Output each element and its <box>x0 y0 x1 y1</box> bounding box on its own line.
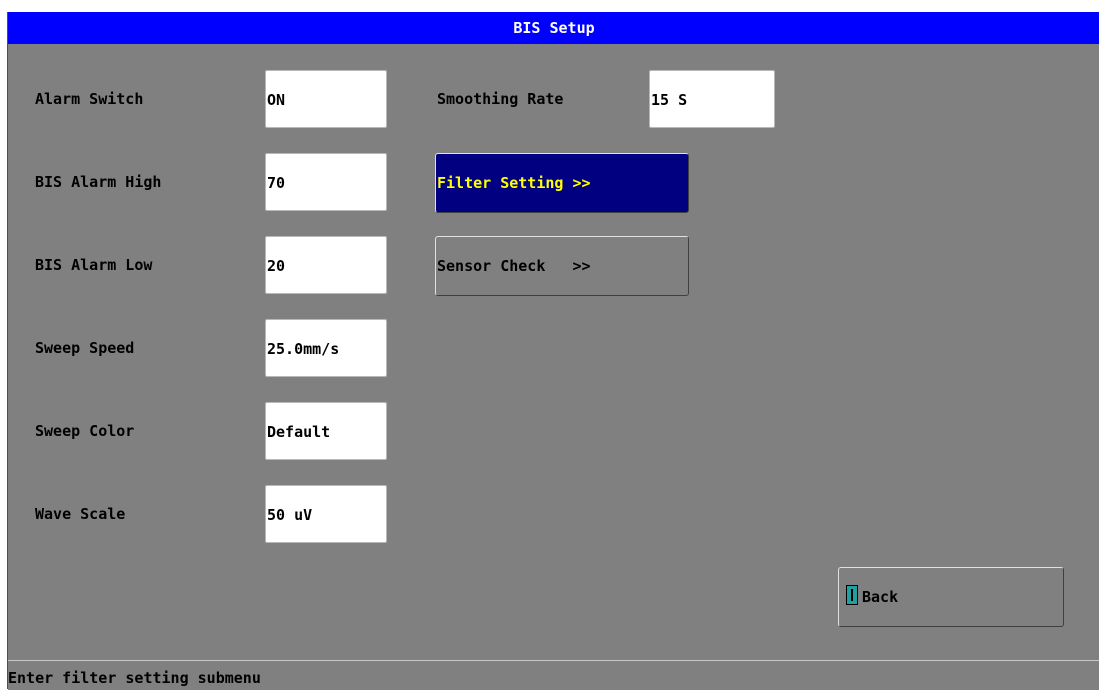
bis-alarm-high-field[interactable]: 70 <box>265 153 387 211</box>
sweep-color-field[interactable]: Default <box>265 402 387 460</box>
sweep-color-label: Sweep Color <box>35 422 135 440</box>
door-exit-icon <box>846 585 858 605</box>
bis-alarm-high-label: BIS Alarm High <box>35 173 162 191</box>
back-button[interactable]: Back <box>838 567 1064 627</box>
sensor-check-label: Sensor Check >> <box>437 257 591 275</box>
smoothing-rate-field[interactable]: 15 S <box>649 70 775 128</box>
wave-scale-label: Wave Scale <box>35 505 126 523</box>
bis-alarm-low-field[interactable]: 20 <box>265 236 387 294</box>
sensor-check-button[interactable]: Sensor Check >> <box>435 236 689 296</box>
bis-alarm-low-label: BIS Alarm Low <box>35 256 153 274</box>
sweep-speed-label: Sweep Speed <box>35 339 135 357</box>
alarm-switch-field[interactable]: ON <box>265 70 387 128</box>
alarm-switch-label: Alarm Switch <box>35 90 144 108</box>
smoothing-rate-label: Smoothing Rate <box>437 90 564 108</box>
bis-setup-dialog: BIS Setup Alarm Switch ON BIS Alarm High… <box>7 12 1099 690</box>
sweep-speed-field[interactable]: 25.0mm/s <box>265 319 387 377</box>
filter-setting-button[interactable]: Filter Setting >> <box>435 153 689 213</box>
filter-setting-label: Filter Setting >> <box>437 174 591 192</box>
back-label: Back <box>862 588 899 606</box>
wave-scale-field[interactable]: 50 uV <box>265 485 387 543</box>
dialog-title: BIS Setup <box>8 12 1099 44</box>
status-bar: Enter filter setting submenu <box>8 660 1099 690</box>
screen: BIS Setup Alarm Switch ON BIS Alarm High… <box>0 0 1099 690</box>
